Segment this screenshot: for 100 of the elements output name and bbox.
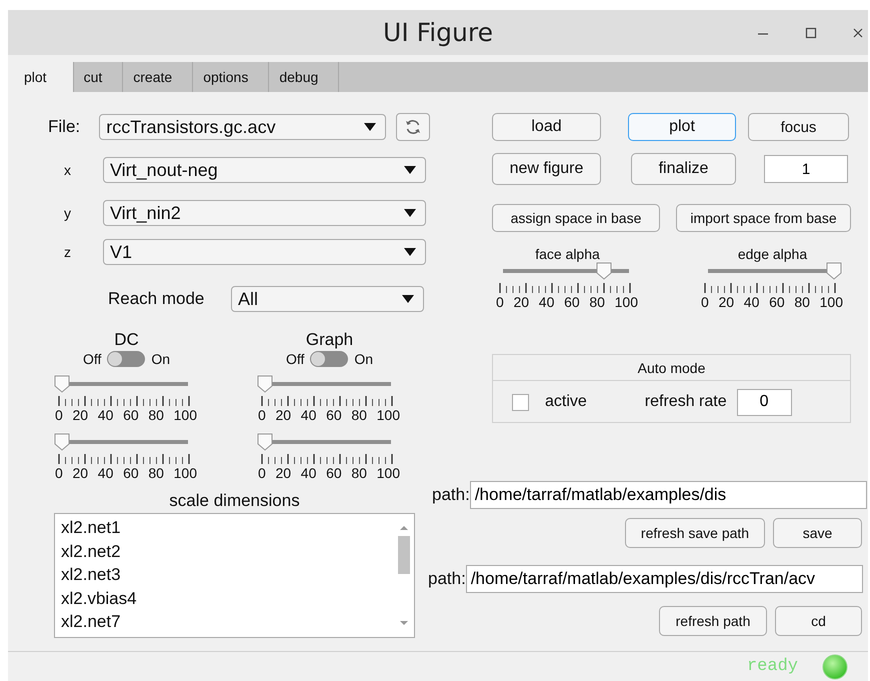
tick-label: 80	[589, 294, 605, 310]
variable-dropdown[interactable]: V1	[103, 239, 426, 265]
slider-thumb[interactable]	[54, 375, 70, 393]
list-item[interactable]: xl2.net1	[61, 516, 396, 540]
push-button[interactable]: refresh path	[659, 606, 767, 636]
refresh-rate-label: refresh rate	[644, 393, 727, 411]
tick-label: 40	[538, 294, 554, 310]
path-field[interactable]: /home/tarraf/matlab/examples/dis	[470, 481, 867, 509]
tick-label: 40	[744, 294, 760, 310]
push-button[interactable]: focus	[748, 113, 849, 141]
on-label: On	[151, 351, 170, 367]
tick-label: 60	[564, 294, 580, 310]
tick-label: 100	[376, 465, 400, 481]
tick-label: 60	[326, 407, 342, 423]
list-title: scale dimensions	[169, 491, 300, 511]
push-button[interactable]: save	[773, 518, 862, 548]
list-item[interactable]: xl2.vbias4	[61, 586, 396, 610]
tab[interactable]: plot	[14, 62, 74, 92]
tick-label: 0	[55, 407, 63, 423]
tick-label: 20	[72, 465, 88, 481]
slider-thumb[interactable]	[54, 433, 70, 451]
push-button[interactable]: refresh save path	[625, 518, 765, 548]
push-button[interactable]: assign space in base	[492, 204, 660, 232]
toggle-switch[interactable]	[310, 351, 348, 367]
caret-icon	[403, 165, 417, 175]
tick-label: 20	[514, 294, 530, 310]
axis-label: x	[63, 162, 72, 178]
list-item[interactable]: xl2.net7	[61, 610, 396, 634]
tick-label: 80	[148, 465, 164, 481]
tick-label: 20	[72, 407, 88, 423]
toggle-switch[interactable]	[107, 351, 146, 367]
maximize-icon[interactable]	[804, 26, 818, 40]
tick-label: 60	[326, 465, 342, 481]
status-text: ready	[746, 657, 798, 676]
slider-label: face alpha	[534, 246, 601, 262]
axis-label: y	[63, 205, 72, 221]
list-item[interactable]: xl2.net2	[61, 540, 396, 563]
tick-label: 80	[351, 407, 367, 423]
tick-label: 0	[258, 407, 266, 423]
checkbox-label: active	[545, 393, 587, 411]
tick-label: 20	[276, 465, 292, 481]
axis-label: z	[63, 244, 72, 260]
tick-label: 0	[701, 294, 709, 310]
path-label: path:	[431, 485, 470, 505]
slider-label: edge alpha	[736, 246, 808, 262]
tick-label: 100	[820, 294, 843, 310]
refresh-rate-field[interactable]: 0	[736, 388, 792, 416]
reach-mode-label: Reach mode	[108, 289, 206, 309]
tick-label: 100	[614, 294, 638, 310]
tick-label: 20	[718, 294, 734, 310]
slider-thumb[interactable]	[257, 433, 273, 451]
slider-thumb[interactable]	[596, 262, 612, 280]
window-title: UI Figure	[383, 18, 493, 47]
tick-label: 0	[496, 294, 504, 310]
tick-label: 60	[123, 407, 139, 423]
refresh-icon	[404, 118, 422, 136]
tick-label: 40	[300, 407, 316, 423]
file-dropdown[interactable]: rccTransistors.gc.acv	[99, 114, 386, 140]
off-label: Off	[286, 351, 304, 367]
tick-label: 100	[174, 407, 197, 423]
push-button[interactable]: plot	[628, 113, 736, 141]
variable-dropdown[interactable]: Virt_nout-neg	[103, 157, 426, 183]
list-item[interactable]: xl2.net3	[61, 563, 396, 586]
slider-thumb[interactable]	[826, 262, 842, 280]
caret-icon	[401, 294, 415, 304]
push-button[interactable]: cd	[775, 606, 862, 636]
group-title: DC	[114, 330, 139, 350]
file-label: File:	[47, 117, 82, 137]
caret-icon	[403, 247, 417, 257]
on-label: On	[354, 351, 374, 367]
tick-label: 40	[300, 465, 316, 481]
number-field[interactable]: 1	[764, 155, 848, 183]
list-box[interactable]: xl2.net1 xl2.net2 xl2.net3 xl2.vbias4 xl2.net7	[54, 513, 415, 638]
slider-thumb[interactable]	[257, 375, 273, 393]
tick-label: 60	[769, 294, 785, 310]
panel-title: Auto mode	[638, 360, 706, 376]
off-label: Off	[82, 351, 102, 367]
close-icon[interactable]	[852, 26, 864, 38]
caret-icon	[363, 122, 378, 132]
checkbox[interactable]	[512, 394, 529, 410]
tick-label: 0	[55, 465, 63, 481]
caret-icon	[403, 208, 417, 218]
push-button[interactable]: finalize	[631, 153, 736, 185]
path-field[interactable]: /home/tarraf/matlab/examples/dis/rccTran/acv	[466, 565, 863, 593]
status-led-icon	[822, 654, 848, 680]
group-title: Graph	[306, 330, 354, 350]
push-button[interactable]: import space from base	[676, 204, 851, 232]
tick-label: 80	[351, 465, 367, 481]
tick-label: 20	[276, 407, 292, 423]
tick-label: 80	[148, 407, 164, 423]
tick-label: 100	[376, 407, 400, 423]
tick-label: 60	[123, 465, 139, 481]
refresh-button[interactable]	[396, 113, 430, 141]
variable-dropdown[interactable]: Virt_nin2	[103, 200, 426, 226]
path-label: path:	[428, 569, 466, 589]
push-button[interactable]: new figure	[492, 153, 601, 185]
push-button[interactable]: load	[492, 113, 601, 141]
reach-mode-dropdown[interactable]: All	[231, 286, 424, 312]
tick-label: 40	[98, 465, 114, 481]
tick-label: 100	[174, 465, 197, 481]
